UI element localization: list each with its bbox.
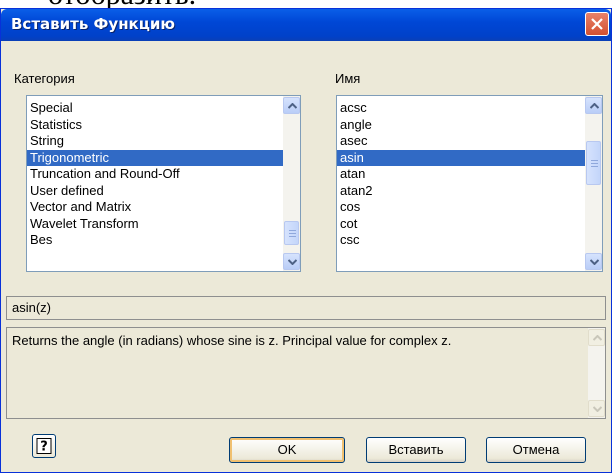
scroll-thumb[interactable]: [586, 141, 601, 185]
list-item[interactable]: acsc: [337, 100, 602, 117]
list-item[interactable]: Vector and Matrix: [27, 199, 300, 216]
list-item[interactable]: Statistics: [27, 117, 300, 134]
list-item[interactable]: String: [27, 133, 300, 150]
list-item[interactable]: Trigonometric: [27, 149, 300, 166]
window-title: Вставить Функцию: [11, 15, 175, 33]
insert-function-dialog: Вставить Функцию Категория Special Statis…: [0, 8, 612, 473]
list-item[interactable]: Wavelet Transform: [27, 216, 300, 233]
description-scrollbar[interactable]: [588, 328, 605, 418]
name-scrollbar[interactable]: [585, 96, 602, 271]
category-scrollbar[interactable]: [283, 96, 300, 271]
close-icon: [591, 18, 603, 30]
scroll-thumb[interactable]: [284, 221, 299, 245]
function-name-list[interactable]: acsc angle asec asin atan atan2 cos cot csc: [336, 95, 603, 272]
help-button[interactable]: ?: [32, 434, 56, 458]
list-item[interactable]: User defined: [27, 183, 300, 200]
svg-text:?: ?: [40, 440, 48, 455]
list-item[interactable]: atan: [337, 166, 602, 183]
help-icon: ?: [36, 438, 52, 455]
ok-button[interactable]: OK: [229, 437, 345, 463]
list-item[interactable]: atan2: [337, 183, 602, 200]
list-item[interactable]: Special: [27, 100, 300, 117]
scroll-down-button[interactable]: [588, 400, 605, 417]
list-item[interactable]: cot: [337, 216, 602, 233]
scroll-up-button[interactable]: [585, 97, 602, 114]
chevron-down-icon: [590, 259, 599, 265]
list-item[interactable]: Truncation and Round-Off: [27, 166, 300, 183]
chevron-down-icon: [288, 259, 297, 265]
description-text: Returns the angle (in radians) whose sin…: [12, 333, 452, 348]
cancel-button[interactable]: Отмена: [486, 437, 586, 463]
function-description: Returns the angle (in radians) whose sin…: [6, 327, 606, 419]
list-item[interactable]: asec: [337, 133, 602, 150]
chevron-down-icon: [593, 406, 602, 412]
category-label: Категория: [14, 71, 75, 86]
chevron-up-icon: [593, 335, 602, 341]
chevron-up-icon: [288, 103, 297, 109]
close-button[interactable]: [585, 12, 609, 36]
scroll-up-button[interactable]: [588, 329, 605, 346]
title-bar[interactable]: Вставить Функцию: [1, 9, 611, 41]
list-item[interactable]: angle: [337, 117, 602, 134]
list-item[interactable]: csc: [337, 232, 602, 249]
list-item[interactable]: asin: [337, 149, 602, 166]
insert-button[interactable]: Вставить: [366, 437, 466, 463]
name-label: Имя: [335, 71, 361, 86]
list-item[interactable]: cos: [337, 199, 602, 216]
function-syntax: asin(z): [6, 296, 606, 320]
scroll-down-button[interactable]: [283, 253, 300, 270]
scroll-down-button[interactable]: [585, 253, 602, 270]
list-item[interactable]: Bes: [27, 232, 300, 249]
scroll-up-button[interactable]: [283, 97, 300, 114]
category-list[interactable]: Special Statistics String Trigonometric Trun…: [26, 95, 301, 272]
chevron-up-icon: [590, 103, 599, 109]
